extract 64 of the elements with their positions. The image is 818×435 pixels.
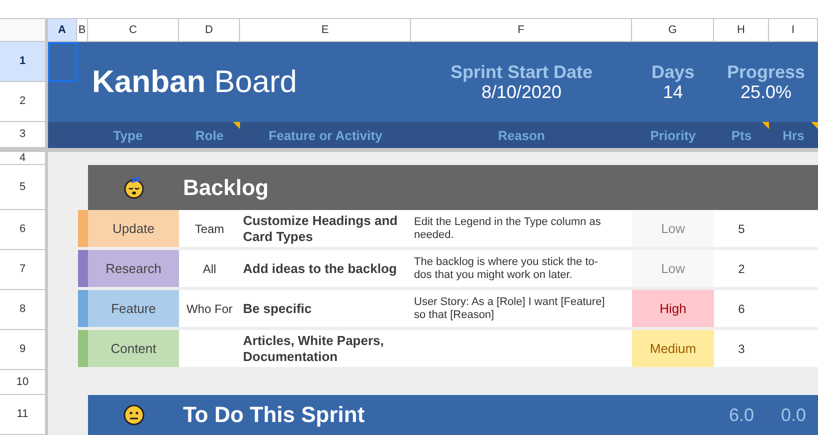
- row-header[interactable]: 11: [0, 395, 48, 435]
- feature-cell: Add ideas to the backlog: [240, 250, 411, 287]
- type-cell: Content: [88, 330, 179, 367]
- row-header[interactable]: 6: [0, 210, 48, 250]
- role-cell: All: [179, 250, 240, 287]
- feature-cell: Be specific: [240, 290, 411, 327]
- banner-label: Sprint Start Date: [450, 62, 593, 82]
- column-header[interactable]: I: [769, 18, 818, 42]
- banner-value: 25.0%: [740, 82, 792, 102]
- reason-cell: Edit the Legend in the Type column as needed.: [411, 210, 632, 247]
- column-header[interactable]: D: [179, 18, 240, 42]
- row-header[interactable]: 9: [0, 330, 48, 370]
- column-header[interactable]: H: [714, 18, 769, 42]
- row-header[interactable]: 1: [0, 42, 48, 82]
- table-header: Feature or Activity: [268, 128, 382, 142]
- points-cell: 6: [714, 290, 769, 327]
- priority-cell: Low: [632, 250, 714, 287]
- row-header[interactable]: 3: [0, 122, 48, 148]
- row-header[interactable]: 5: [0, 165, 48, 210]
- table-header: Type: [113, 128, 143, 142]
- role-cell: Team: [179, 210, 240, 247]
- column-header[interactable]: C: [88, 18, 179, 42]
- feature-cell: Articles, White Papers, Documentation: [240, 330, 411, 367]
- select-all-corner[interactable]: [0, 18, 48, 42]
- table-header: Priority: [650, 128, 696, 142]
- type-cell: Research: [88, 250, 179, 287]
- board-title: Kanban Board: [91, 63, 298, 101]
- banner-value: 14: [662, 82, 684, 102]
- feature-cell: Customize Headings and Card Types: [240, 210, 411, 247]
- row-header[interactable]: 4: [0, 152, 48, 165]
- column-header[interactable]: G: [632, 18, 714, 42]
- priority-cell: Medium: [632, 330, 714, 367]
- row-header[interactable]: 8: [0, 290, 48, 330]
- points-total: 6.0: [728, 404, 754, 426]
- table-header: Pts: [731, 128, 752, 142]
- banner-label: Days: [651, 62, 695, 82]
- section-title: To Do This Sprint: [183, 402, 365, 428]
- type-cell: Feature: [88, 290, 179, 327]
- sleepy-face-icon: [122, 176, 144, 198]
- banner-label: Progress: [726, 62, 806, 82]
- points-cell: 5: [714, 210, 769, 247]
- column-header[interactable]: B: [77, 18, 88, 42]
- column-header[interactable]: A: [48, 18, 77, 42]
- row-header[interactable]: 10: [0, 370, 48, 395]
- neutral-face-icon: [122, 404, 144, 426]
- priority-cell: Low: [632, 210, 714, 247]
- table-header: Hrs: [782, 128, 804, 142]
- row-header[interactable]: 2: [0, 82, 48, 122]
- points-cell: 3: [714, 330, 769, 367]
- selected-cell[interactable]: [48, 42, 77, 82]
- type-cell: Update: [88, 210, 179, 247]
- priority-cell: High: [632, 290, 714, 327]
- column-header[interactable]: F: [411, 18, 632, 42]
- reason-cell: The backlog is where you stick the to-dos that you might work on later.: [411, 250, 632, 287]
- row-header[interactable]: 7: [0, 250, 48, 290]
- banner-value: 8/10/2020: [481, 82, 562, 102]
- section-title: Backlog: [183, 174, 269, 200]
- points-cell: 2: [714, 250, 769, 287]
- table-header: Role: [195, 128, 224, 142]
- reason-cell: User Story: As a [Role] I want [Feature] so that [Reason]: [411, 290, 632, 327]
- hours-total: 0.0: [780, 404, 806, 426]
- table-header: Reason: [498, 128, 545, 142]
- role-cell: Who For: [179, 290, 240, 327]
- column-header[interactable]: E: [240, 18, 411, 42]
